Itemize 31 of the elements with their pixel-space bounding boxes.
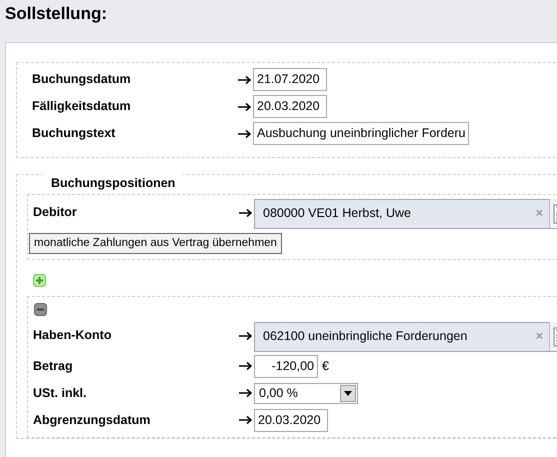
field-label: Betrag <box>33 358 74 375</box>
remove-icon[interactable] <box>34 302 47 316</box>
arrow-icon <box>238 330 254 340</box>
input-field[interactable]: 21.07.2020 <box>253 68 327 91</box>
field-label: Fälligkeitsdatum <box>32 98 132 116</box>
currency-label: € <box>322 358 329 375</box>
page-title: Sollstellung: <box>4 3 108 25</box>
arrow-icon <box>238 208 254 218</box>
lookup-field[interactable]: 080000 VE01 Herbst, Uwe × <box>254 198 557 229</box>
field-label: Buchungstext <box>32 125 116 142</box>
transfer-button[interactable]: monatliche Zahlungen aus Vertrag übernehmen <box>29 232 282 254</box>
arrow-icon <box>238 415 254 425</box>
dropdown-arrow-icon <box>344 390 352 396</box>
add-icon[interactable] <box>33 274 46 288</box>
input-field[interactable]: 20.03.2020 <box>254 408 328 432</box>
arrow-icon <box>238 361 254 371</box>
field-label: USt. inkl. <box>33 384 88 402</box>
field-label: Haben-Konto <box>33 326 112 344</box>
lookup-field[interactable]: 062100 uneinbringliche Forderungen × <box>254 322 557 352</box>
input-field[interactable]: -120,00 <box>254 354 318 378</box>
field-label: Abgrenzungsdatum <box>33 412 152 429</box>
arrow-icon <box>237 74 253 84</box>
field-label: Buchungsdatum <box>32 71 132 88</box>
input-field[interactable]: 20.03.2020 <box>253 95 327 118</box>
arrow-icon <box>237 102 253 112</box>
arrow-icon <box>237 128 253 138</box>
select-field[interactable]: 0,00 % <box>254 382 358 404</box>
input-field[interactable]: Ausbuchung uneinbringlicher Forderu <box>253 122 470 145</box>
arrow-icon <box>238 388 254 398</box>
field-label: Debitor <box>33 204 78 221</box>
fieldset-legend: Buchungspositionen <box>43 174 184 193</box>
